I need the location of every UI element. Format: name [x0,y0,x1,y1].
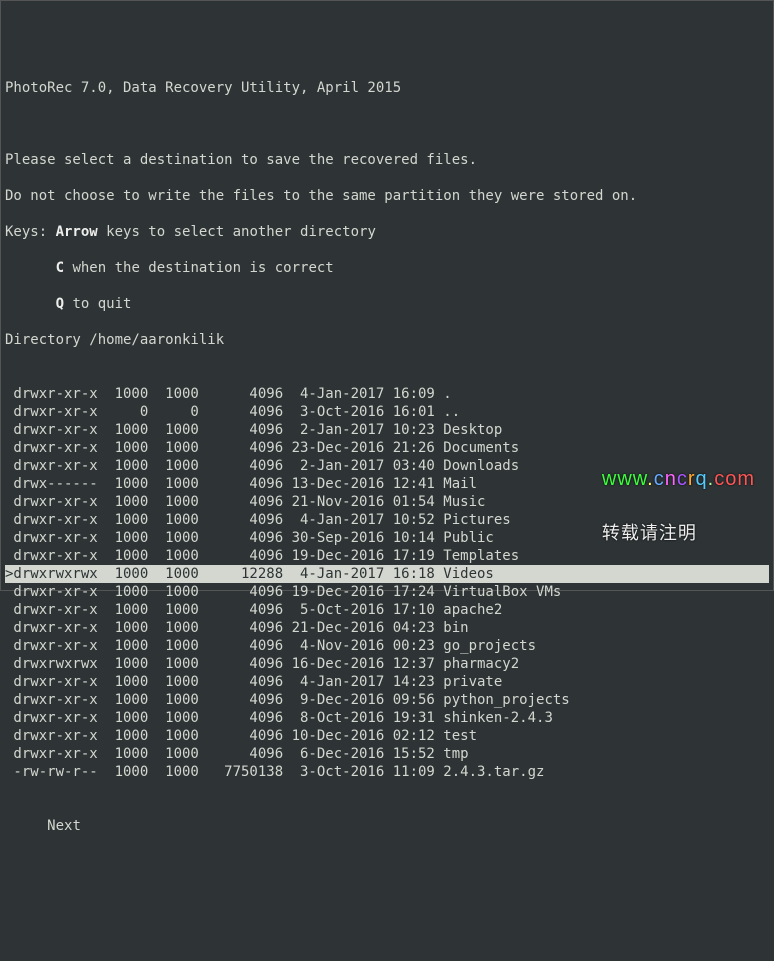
directory-row[interactable]: drwxr-xr-x 1000 1000 4096 19-Dec-2016 17… [5,583,769,601]
keys-q: Q to quit [5,295,769,313]
pad [5,296,56,312]
keys-arrow: Keys: Arrow keys to select another direc… [5,223,769,241]
directory-row[interactable]: drwxr-xr-x 1000 1000 4096 21-Nov-2016 01… [5,493,769,511]
directory-row[interactable]: drwxr-xr-x 1000 1000 4096 5-Oct-2016 17:… [5,601,769,619]
directory-row[interactable]: drwx------ 1000 1000 4096 13-Dec-2016 12… [5,475,769,493]
arrow-key-desc: keys to select another directory [98,224,376,240]
app-title: PhotoRec 7.0, Data Recovery Utility, Apr… [5,79,769,97]
directory-row[interactable]: drwxr-xr-x 1000 1000 4096 2-Jan-2017 03:… [5,457,769,475]
directory-listing[interactable]: drwxr-xr-x 1000 1000 4096 4-Jan-2017 16:… [5,385,769,781]
directory-row[interactable]: drwxr-xr-x 1000 1000 4096 4-Jan-2017 14:… [5,673,769,691]
keys-c: C when the destination is correct [5,259,769,277]
directory-row[interactable]: drwxr-xr-x 1000 1000 4096 30-Sep-2016 10… [5,529,769,547]
instruction-line: Do not choose to write the files to the … [5,187,769,205]
c-key-label: C [56,260,64,276]
directory-row[interactable]: -rw-rw-r-- 1000 1000 7750138 3-Oct-2016 … [5,763,769,781]
directory-row[interactable]: drwxr-xr-x 1000 1000 4096 2-Jan-2017 10:… [5,421,769,439]
arrow-key-label: Arrow [56,224,98,240]
instruction-line: Please select a destination to save the … [5,151,769,169]
directory-row[interactable]: >drwxrwxrwx 1000 1000 12288 4-Jan-2017 1… [5,565,769,583]
menu-next[interactable]: Next [5,817,769,835]
directory-row[interactable]: drwxr-xr-x 1000 1000 4096 6-Dec-2016 15:… [5,745,769,763]
q-key-label: Q [56,296,64,312]
current-directory: Directory /home/aaronkilik [5,331,769,349]
directory-row[interactable]: drwxr-xr-x 1000 1000 4096 4-Jan-2017 16:… [5,385,769,403]
c-key-desc: when the destination is correct [64,260,334,276]
q-key-desc: to quit [64,296,131,312]
directory-row[interactable]: drwxr-xr-x 1000 1000 4096 19-Dec-2016 17… [5,547,769,565]
directory-row[interactable]: drwxr-xr-x 0 0 4096 3-Oct-2016 16:01 .. [5,403,769,421]
directory-row[interactable]: drwxr-xr-x 1000 1000 4096 10-Dec-2016 02… [5,727,769,745]
keys-prefix: Keys: [5,224,56,240]
directory-row[interactable]: drwxr-xr-x 1000 1000 4096 23-Dec-2016 21… [5,439,769,457]
directory-row[interactable]: drwxrwxrwx 1000 1000 4096 16-Dec-2016 12… [5,655,769,673]
directory-row[interactable]: drwxr-xr-x 1000 1000 4096 4-Nov-2016 00:… [5,637,769,655]
directory-row[interactable]: drwxr-xr-x 1000 1000 4096 8-Oct-2016 19:… [5,709,769,727]
pad [5,260,56,276]
directory-row[interactable]: drwxr-xr-x 1000 1000 4096 21-Dec-2016 04… [5,619,769,637]
directory-row[interactable]: drwxr-xr-x 1000 1000 4096 9-Dec-2016 09:… [5,691,769,709]
menu-next-label: Next [47,818,81,834]
directory-row[interactable]: drwxr-xr-x 1000 1000 4096 4-Jan-2017 10:… [5,511,769,529]
spacer [5,115,769,133]
